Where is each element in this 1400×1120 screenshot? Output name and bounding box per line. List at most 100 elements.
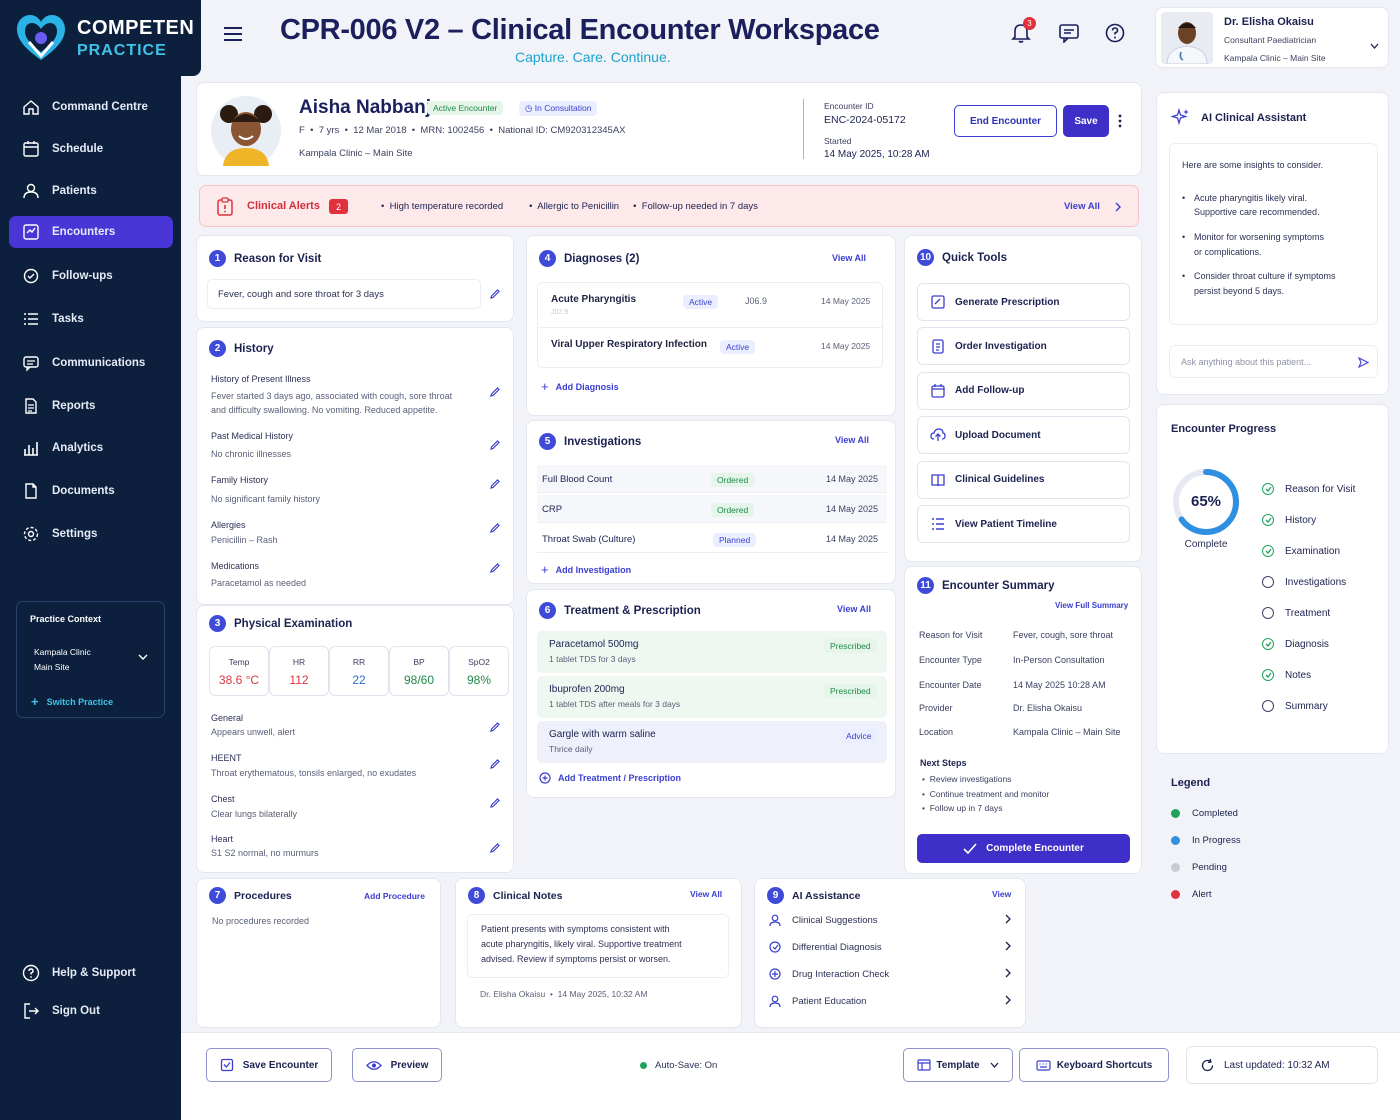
progress-step[interactable]: History bbox=[1262, 514, 1316, 526]
progress-step[interactable]: Examination bbox=[1262, 545, 1340, 557]
chevron-down-icon[interactable] bbox=[138, 654, 148, 660]
notes-view-all[interactable]: View All bbox=[690, 889, 722, 899]
notifications-button[interactable]: 3 bbox=[1008, 17, 1036, 46]
progress-step[interactable]: Diagnosis bbox=[1262, 638, 1329, 650]
vital-spo2[interactable]: SpO2 98% bbox=[449, 646, 509, 696]
nav-item-tasks[interactable]: Tasks bbox=[9, 303, 173, 335]
ai-ask-input[interactable]: Ask anything about this patient... bbox=[1169, 345, 1378, 378]
add-procedure-link[interactable]: Add Procedure bbox=[364, 891, 425, 901]
brand-logo[interactable]: COMPETEN PRACTICE bbox=[0, 0, 201, 76]
divider bbox=[538, 327, 882, 328]
nav-item-documents[interactable]: Documents bbox=[9, 475, 173, 507]
ai-item-drug-interaction-check[interactable]: Drug Interaction Check bbox=[769, 964, 1011, 984]
investigation-row[interactable]: Full Blood Count Ordered 14 May 2025 bbox=[537, 465, 887, 493]
nav-item-schedule[interactable]: Schedule bbox=[9, 133, 173, 165]
edit-pencil-icon[interactable] bbox=[489, 288, 501, 300]
vital-hr[interactable]: HR 112 bbox=[269, 646, 329, 696]
diagnoses-view-all[interactable]: View All bbox=[832, 253, 866, 263]
user-profile-menu[interactable]: Dr. Elisha Okaisu Consultant Paediatrici… bbox=[1155, 7, 1389, 68]
progress-step[interactable]: Summary bbox=[1262, 700, 1328, 712]
progress-title: Encounter Progress bbox=[1171, 423, 1277, 435]
edit-pencil-icon[interactable] bbox=[489, 758, 501, 770]
investigation-row[interactable]: CRP Ordered 14 May 2025 bbox=[537, 495, 887, 523]
practice-selector[interactable]: Kampala Clinic Main Site bbox=[34, 645, 91, 675]
tool-generate-prescription[interactable]: Generate Prescription bbox=[917, 283, 1130, 321]
progress-step[interactable]: Treatment bbox=[1262, 607, 1330, 619]
nav-item-analytics[interactable]: Analytics bbox=[9, 432, 173, 464]
chevron-right-icon[interactable] bbox=[1115, 202, 1121, 212]
brand-name: COMPETEN bbox=[77, 17, 195, 39]
ai-item-differential-diagnosis[interactable]: Differential Diagnosis bbox=[769, 937, 1011, 957]
empty-circle-icon bbox=[1262, 576, 1274, 588]
alerts-view-all-link[interactable]: View All bbox=[1064, 201, 1100, 212]
nav-item-reports[interactable]: Reports bbox=[9, 390, 173, 422]
nav-item-encounters[interactable]: Encounters bbox=[9, 216, 173, 248]
investigations-view-all[interactable]: View All bbox=[835, 435, 869, 445]
progress-step[interactable]: Reason for Visit bbox=[1262, 483, 1355, 495]
diagnoses-title: Diagnoses (2) bbox=[564, 252, 640, 265]
tool-order-investigation[interactable]: Order Investigation bbox=[917, 327, 1130, 366]
preview-button[interactable]: Preview bbox=[352, 1048, 442, 1082]
nav-help[interactable]: Help & Support bbox=[9, 957, 173, 989]
end-encounter-button[interactable]: End Encounter bbox=[954, 105, 1057, 137]
view-full-summary-link[interactable]: View Full Summary bbox=[1055, 601, 1128, 610]
nav-signout[interactable]: Sign Out bbox=[9, 995, 173, 1027]
last-updated-label: Last updated: 10:32 AM bbox=[1224, 1059, 1330, 1071]
edit-pencil-icon[interactable] bbox=[489, 522, 501, 534]
edit-pencil-icon[interactable] bbox=[489, 478, 501, 490]
save-encounter-button[interactable]: Save Encounter bbox=[206, 1048, 332, 1082]
tool-add-follow-up[interactable]: Add Follow-up bbox=[917, 371, 1130, 410]
treatment-row[interactable]: Gargle with warm saline Thrice daily Advic… bbox=[537, 721, 887, 763]
add-investigation-link[interactable]: + Add Investigation bbox=[541, 562, 631, 577]
last-updated-box[interactable]: Last updated: 10:32 AM bbox=[1186, 1046, 1378, 1084]
nav-item-label: Communications bbox=[52, 357, 146, 369]
reason-text[interactable]: Fever, cough and sore throat for 3 days bbox=[207, 279, 481, 309]
nav-item-patients[interactable]: Patients bbox=[9, 175, 173, 207]
ai-assistance-view-link[interactable]: View bbox=[992, 889, 1011, 899]
nav-item-communications[interactable]: Communications bbox=[9, 347, 173, 379]
tool-view-patient-timeline[interactable]: View Patient Timeline bbox=[917, 505, 1130, 543]
progress-step[interactable]: Investigations bbox=[1262, 576, 1346, 588]
note-line: Patient presents with symptoms consisten… bbox=[481, 924, 670, 934]
nav-item-settings[interactable]: Settings bbox=[9, 518, 173, 550]
tool-clinical-guidelines[interactable]: Clinical Guidelines bbox=[917, 460, 1130, 499]
add-treatment-link[interactable]: Add Treatment / Prescription bbox=[539, 772, 681, 784]
edit-pencil-icon[interactable] bbox=[489, 439, 501, 451]
edit-pencil-icon[interactable] bbox=[489, 721, 501, 733]
treatment-view-all[interactable]: View All bbox=[837, 604, 871, 614]
diagnosis-name: Acute Pharyngitis bbox=[551, 294, 637, 305]
edit-pencil-icon[interactable] bbox=[489, 842, 501, 854]
treatment-row[interactable]: Paracetamol 500mg 1 tablet TDS for 3 days… bbox=[537, 631, 887, 673]
edit-pencil-icon[interactable] bbox=[489, 562, 501, 574]
keyboard-shortcuts-button[interactable]: Keyboard Shortcuts bbox=[1019, 1048, 1169, 1082]
complete-encounter-button[interactable]: Complete Encounter bbox=[917, 834, 1130, 863]
vital-bp[interactable]: BP 98/60 bbox=[389, 646, 449, 696]
vital-label: RR bbox=[352, 657, 366, 667]
ai-item-patient-education[interactable]: Patient Education bbox=[769, 991, 1011, 1011]
progress-step-label: Summary bbox=[1285, 700, 1328, 712]
vital-rr[interactable]: RR 22 bbox=[329, 646, 389, 696]
edit-pencil-icon[interactable] bbox=[489, 797, 501, 809]
encounter-started: 14 May 2025, 10:28 AM bbox=[824, 149, 930, 160]
nav-item-follow-ups[interactable]: Follow-ups bbox=[9, 260, 173, 292]
notes-textarea[interactable]: Patient presents with symptoms consisten… bbox=[467, 914, 729, 978]
legend-swatch bbox=[1171, 863, 1180, 872]
more-options-icon[interactable] bbox=[1117, 114, 1123, 128]
vital-temp[interactable]: Temp 38.6 °C bbox=[209, 646, 269, 696]
help-button[interactable] bbox=[1102, 20, 1128, 46]
send-icon[interactable] bbox=[1358, 357, 1369, 368]
empty-circle-icon bbox=[1262, 607, 1274, 619]
treatment-row[interactable]: Ibuprofen 200mg 1 tablet TDS after meals … bbox=[537, 676, 887, 718]
tool-upload-document[interactable]: Upload Document bbox=[917, 416, 1130, 455]
save-button[interactable]: Save bbox=[1063, 105, 1109, 137]
messages-button[interactable] bbox=[1056, 20, 1082, 46]
edit-pencil-icon[interactable] bbox=[489, 386, 501, 398]
template-dropdown[interactable]: Template bbox=[903, 1048, 1013, 1082]
add-diagnosis-link[interactable]: + Add Diagnosis bbox=[541, 379, 619, 394]
nav-item-command-centre[interactable]: Command Centre bbox=[9, 91, 173, 123]
switch-practice-link[interactable]: + Switch Practice bbox=[31, 694, 113, 709]
progress-step[interactable]: Notes bbox=[1262, 669, 1311, 681]
menu-button[interactable] bbox=[220, 21, 246, 47]
investigation-row[interactable]: Throat Swab (Culture) Planned 14 May 2025 bbox=[537, 525, 887, 553]
ai-item-clinical-suggestions[interactable]: Clinical Suggestions bbox=[769, 910, 1011, 930]
